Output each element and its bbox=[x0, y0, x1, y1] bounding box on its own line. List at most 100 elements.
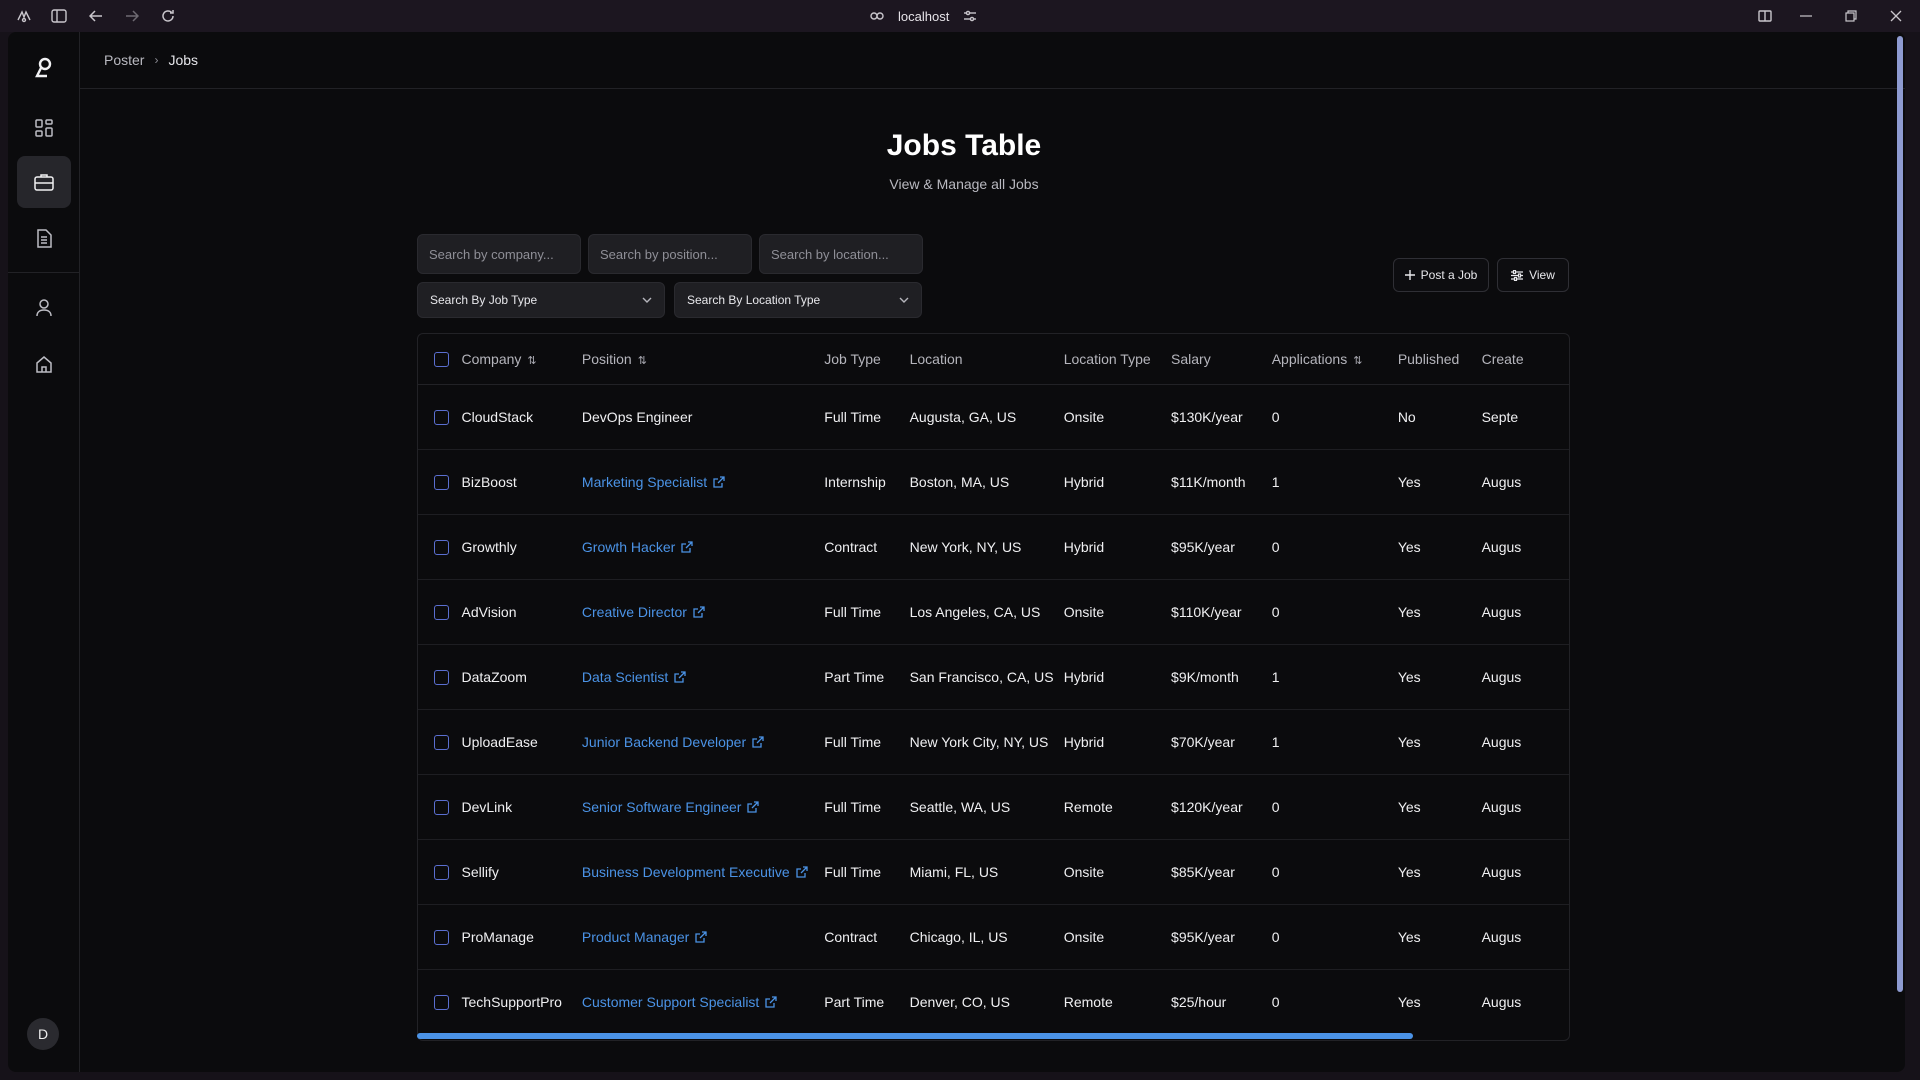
position-cell: Data Scientist bbox=[581, 644, 825, 710]
position-cell: Senior Software Engineer bbox=[581, 774, 825, 840]
position-link-label: Data Scientist bbox=[581, 668, 669, 685]
published-cell: Yes bbox=[1397, 579, 1482, 645]
row-checkbox[interactable] bbox=[434, 409, 449, 425]
row-checkbox[interactable] bbox=[434, 539, 449, 555]
position-link[interactable]: Marketing Specialist bbox=[582, 474, 725, 490]
address-text[interactable]: localhost bbox=[898, 9, 949, 24]
position-link-label: Creative Director bbox=[581, 603, 687, 620]
address-bar[interactable]: localhost bbox=[870, 6, 977, 26]
breadcrumb-current: Jobs bbox=[168, 52, 199, 68]
salary-cell: $9K/month bbox=[1171, 644, 1272, 710]
row-checkbox[interactable] bbox=[434, 604, 449, 620]
row-checkbox[interactable] bbox=[434, 929, 449, 945]
position-cell: Customer Support Specialist bbox=[582, 969, 824, 1034]
created-cell: Augus bbox=[1481, 774, 1569, 840]
row-checkbox[interactable] bbox=[434, 799, 449, 815]
published-cell: Yes bbox=[1397, 993, 1421, 1010]
forward-icon[interactable] bbox=[122, 6, 142, 26]
position-cell: Growth Hacker bbox=[581, 514, 825, 580]
table-row: AdVision Creative Director Full Time Los An… bbox=[418, 579, 1569, 645]
row-checkbox[interactable] bbox=[434, 995, 449, 1011]
position-link[interactable]: Data Scientist bbox=[582, 669, 686, 685]
location-cell: New York City, NY, US bbox=[909, 709, 1064, 775]
reload-icon[interactable] bbox=[158, 6, 178, 26]
row-select-cell bbox=[418, 904, 462, 970]
sidebar-divider bbox=[8, 272, 79, 273]
external-link-icon bbox=[752, 735, 764, 748]
company-cell: CloudStack bbox=[461, 384, 582, 450]
external-link-icon bbox=[693, 605, 705, 618]
position-cell: Junior Backend Developer bbox=[581, 709, 825, 775]
sidebar-item-profile[interactable] bbox=[17, 282, 71, 334]
location-cell: Chicago, IL, US bbox=[909, 904, 1064, 970]
job-type-cell: Full Time bbox=[824, 839, 910, 905]
job-type-select-label: Search By Job Type bbox=[430, 293, 538, 307]
app-logo-icon[interactable] bbox=[17, 42, 71, 94]
column-header-applications[interactable]: Applications ⇅ bbox=[1271, 334, 1398, 385]
position-link[interactable]: Business Development Executive bbox=[582, 864, 808, 880]
jobs-table-container: Company ⇅ Position ⇅ Job Type Location Loc… bbox=[417, 333, 1570, 1041]
header-label: Company bbox=[461, 350, 522, 367]
location-cell: Miami, FL, US bbox=[909, 839, 1064, 905]
sidebar-item-home[interactable] bbox=[17, 338, 71, 390]
salary-cell: $95K/year bbox=[1171, 904, 1272, 970]
sort-icon[interactable]: ⇅ bbox=[638, 355, 647, 367]
sidebar-item-documents[interactable] bbox=[17, 212, 71, 264]
company-cell: Sellify bbox=[461, 839, 582, 905]
sort-icon[interactable]: ⇅ bbox=[1353, 355, 1362, 367]
sort-icon[interactable]: ⇅ bbox=[527, 355, 536, 367]
column-header-position[interactable]: Position ⇅ bbox=[581, 334, 825, 385]
position-link-label: Junior Backend Developer bbox=[581, 733, 747, 750]
location-type-cell: Remote bbox=[1063, 774, 1172, 840]
view-options-button[interactable]: View bbox=[1497, 258, 1569, 292]
position-link[interactable]: Senior Software Engineer bbox=[582, 799, 760, 815]
location-type-cell: Hybrid bbox=[1063, 709, 1172, 775]
position-cell: Marketing Specialist bbox=[581, 449, 825, 515]
job-type-cell: Full Time bbox=[824, 384, 910, 450]
row-select-cell bbox=[418, 774, 462, 840]
position-link[interactable]: Creative Director bbox=[582, 604, 705, 620]
position-link[interactable]: Growth Hacker bbox=[582, 539, 693, 555]
minimize-icon[interactable] bbox=[1796, 6, 1816, 26]
position-link[interactable]: Product Manager bbox=[582, 929, 707, 945]
row-select-cell bbox=[418, 969, 462, 1034]
site-settings-icon[interactable] bbox=[963, 10, 977, 22]
avatar[interactable]: D bbox=[27, 1018, 59, 1050]
position-link-label: Marketing Specialist bbox=[581, 473, 708, 490]
restore-icon[interactable] bbox=[1841, 6, 1861, 26]
position-link-label: Business Development Executive bbox=[581, 863, 790, 880]
split-view-icon[interactable] bbox=[1755, 6, 1775, 26]
user-icon bbox=[36, 299, 52, 317]
row-checkbox[interactable] bbox=[434, 669, 449, 685]
horizontal-scrollbar[interactable] bbox=[417, 1033, 1413, 1039]
job-type-select[interactable]: Search By Job Type bbox=[417, 282, 665, 318]
company-search-input[interactable] bbox=[417, 234, 581, 274]
location-type-select-label: Search By Location Type bbox=[687, 293, 821, 307]
salary-cell: $95K/year bbox=[1171, 514, 1272, 580]
post-job-button[interactable]: Post a Job bbox=[1393, 258, 1489, 292]
page-subtitle: View & Manage all Jobs bbox=[889, 176, 1039, 192]
location-type-select[interactable]: Search By Location Type bbox=[674, 282, 922, 318]
sidebar-toggle-icon[interactable] bbox=[49, 6, 69, 26]
position-link[interactable]: Customer Support Specialist bbox=[582, 994, 777, 1010]
browser-logo-icon[interactable] bbox=[14, 6, 34, 26]
created-cell: Augus bbox=[1481, 709, 1569, 775]
back-icon[interactable] bbox=[86, 6, 106, 26]
post-job-label: Post a Job bbox=[1420, 268, 1478, 282]
select-all-checkbox[interactable] bbox=[434, 352, 449, 368]
created-cell: Augus bbox=[1481, 839, 1569, 905]
row-checkbox[interactable] bbox=[434, 474, 449, 490]
position-link-label: Customer Support Specialist bbox=[581, 993, 760, 1010]
external-link-icon bbox=[674, 670, 686, 683]
row-checkbox[interactable] bbox=[434, 864, 449, 880]
position-link[interactable]: Junior Backend Developer bbox=[582, 734, 764, 750]
salary-cell: $110K/year bbox=[1171, 579, 1272, 645]
column-header-company[interactable]: Company ⇅ bbox=[461, 334, 582, 385]
location-search-input[interactable] bbox=[759, 234, 923, 274]
position-search-input[interactable] bbox=[588, 234, 752, 274]
breadcrumb-root[interactable]: Poster bbox=[104, 52, 144, 68]
row-select-cell bbox=[418, 579, 462, 645]
row-checkbox[interactable] bbox=[434, 734, 449, 750]
close-icon[interactable] bbox=[1886, 6, 1906, 26]
job-type-cell: Contract bbox=[824, 514, 910, 580]
